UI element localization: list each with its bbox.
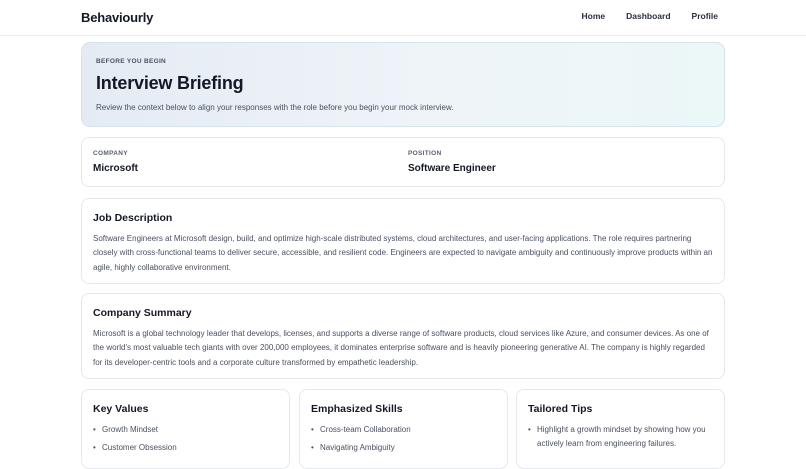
job-description-title: Job Description	[93, 212, 173, 224]
list-item: Growth Mindset	[93, 423, 177, 437]
tips-title: Tailored Tips	[528, 403, 593, 415]
skills-title: Emphasized Skills	[311, 403, 403, 415]
key-values-list: Growth Mindset Customer Obsession	[93, 423, 177, 458]
tips-list: Highlight a growth mindset by showing ho…	[528, 423, 716, 451]
skills-card: Emphasized Skills Cross-team Collaborati…	[299, 389, 508, 469]
position-field: POSITION Software Engineer	[408, 150, 496, 174]
nav-link-profile[interactable]: Profile	[692, 11, 718, 21]
position-label: POSITION	[408, 150, 442, 157]
job-description-card: Job Description Software Engineers at Mi…	[81, 198, 725, 284]
list-item: Customer Obsession	[93, 441, 177, 455]
nav-link-dashboard[interactable]: Dashboard	[626, 11, 670, 21]
company-value: Microsoft	[93, 163, 138, 174]
company-field: COMPANY Microsoft	[93, 150, 138, 174]
key-values-card: Key Values Growth Mindset Customer Obses…	[81, 389, 290, 469]
briefing-hero: BEFORE YOU BEGIN Interview Briefing Revi…	[81, 42, 725, 127]
hero-eyebrow: BEFORE YOU BEGIN	[96, 58, 167, 65]
company-summary-body: Microsoft is a global technology leader …	[93, 329, 709, 367]
role-meta-card: COMPANY Microsoft POSITION Software Engi…	[81, 137, 725, 187]
company-summary-title: Company Summary	[93, 307, 192, 319]
nav-links: Home Dashboard Profile	[582, 11, 718, 21]
hero-subtitle: Review the context below to align your r…	[96, 103, 454, 112]
company-label: COMPANY	[93, 150, 128, 157]
company-summary-card: Company Summary Microsoft is a global te…	[81, 293, 725, 379]
list-item: Highlight a growth mindset by showing ho…	[528, 423, 716, 451]
key-values-title: Key Values	[93, 403, 149, 415]
list-item: Cross-team Collaboration	[311, 423, 411, 437]
skills-list: Cross-team Collaboration Navigating Ambi…	[311, 423, 411, 458]
list-item: Navigating Ambiguity	[311, 441, 411, 455]
brand-logo[interactable]: Behaviourly	[81, 10, 153, 25]
page-title: Interview Briefing	[96, 73, 244, 93]
tips-card: Tailored Tips Highlight a growth mindset…	[516, 389, 725, 469]
nav-link-home[interactable]: Home	[582, 11, 606, 21]
position-value: Software Engineer	[408, 163, 496, 174]
job-description-body: Software Engineers at Microsoft design, …	[93, 234, 713, 272]
top-navigation: Behaviourly Home Dashboard Profile	[0, 0, 806, 36]
